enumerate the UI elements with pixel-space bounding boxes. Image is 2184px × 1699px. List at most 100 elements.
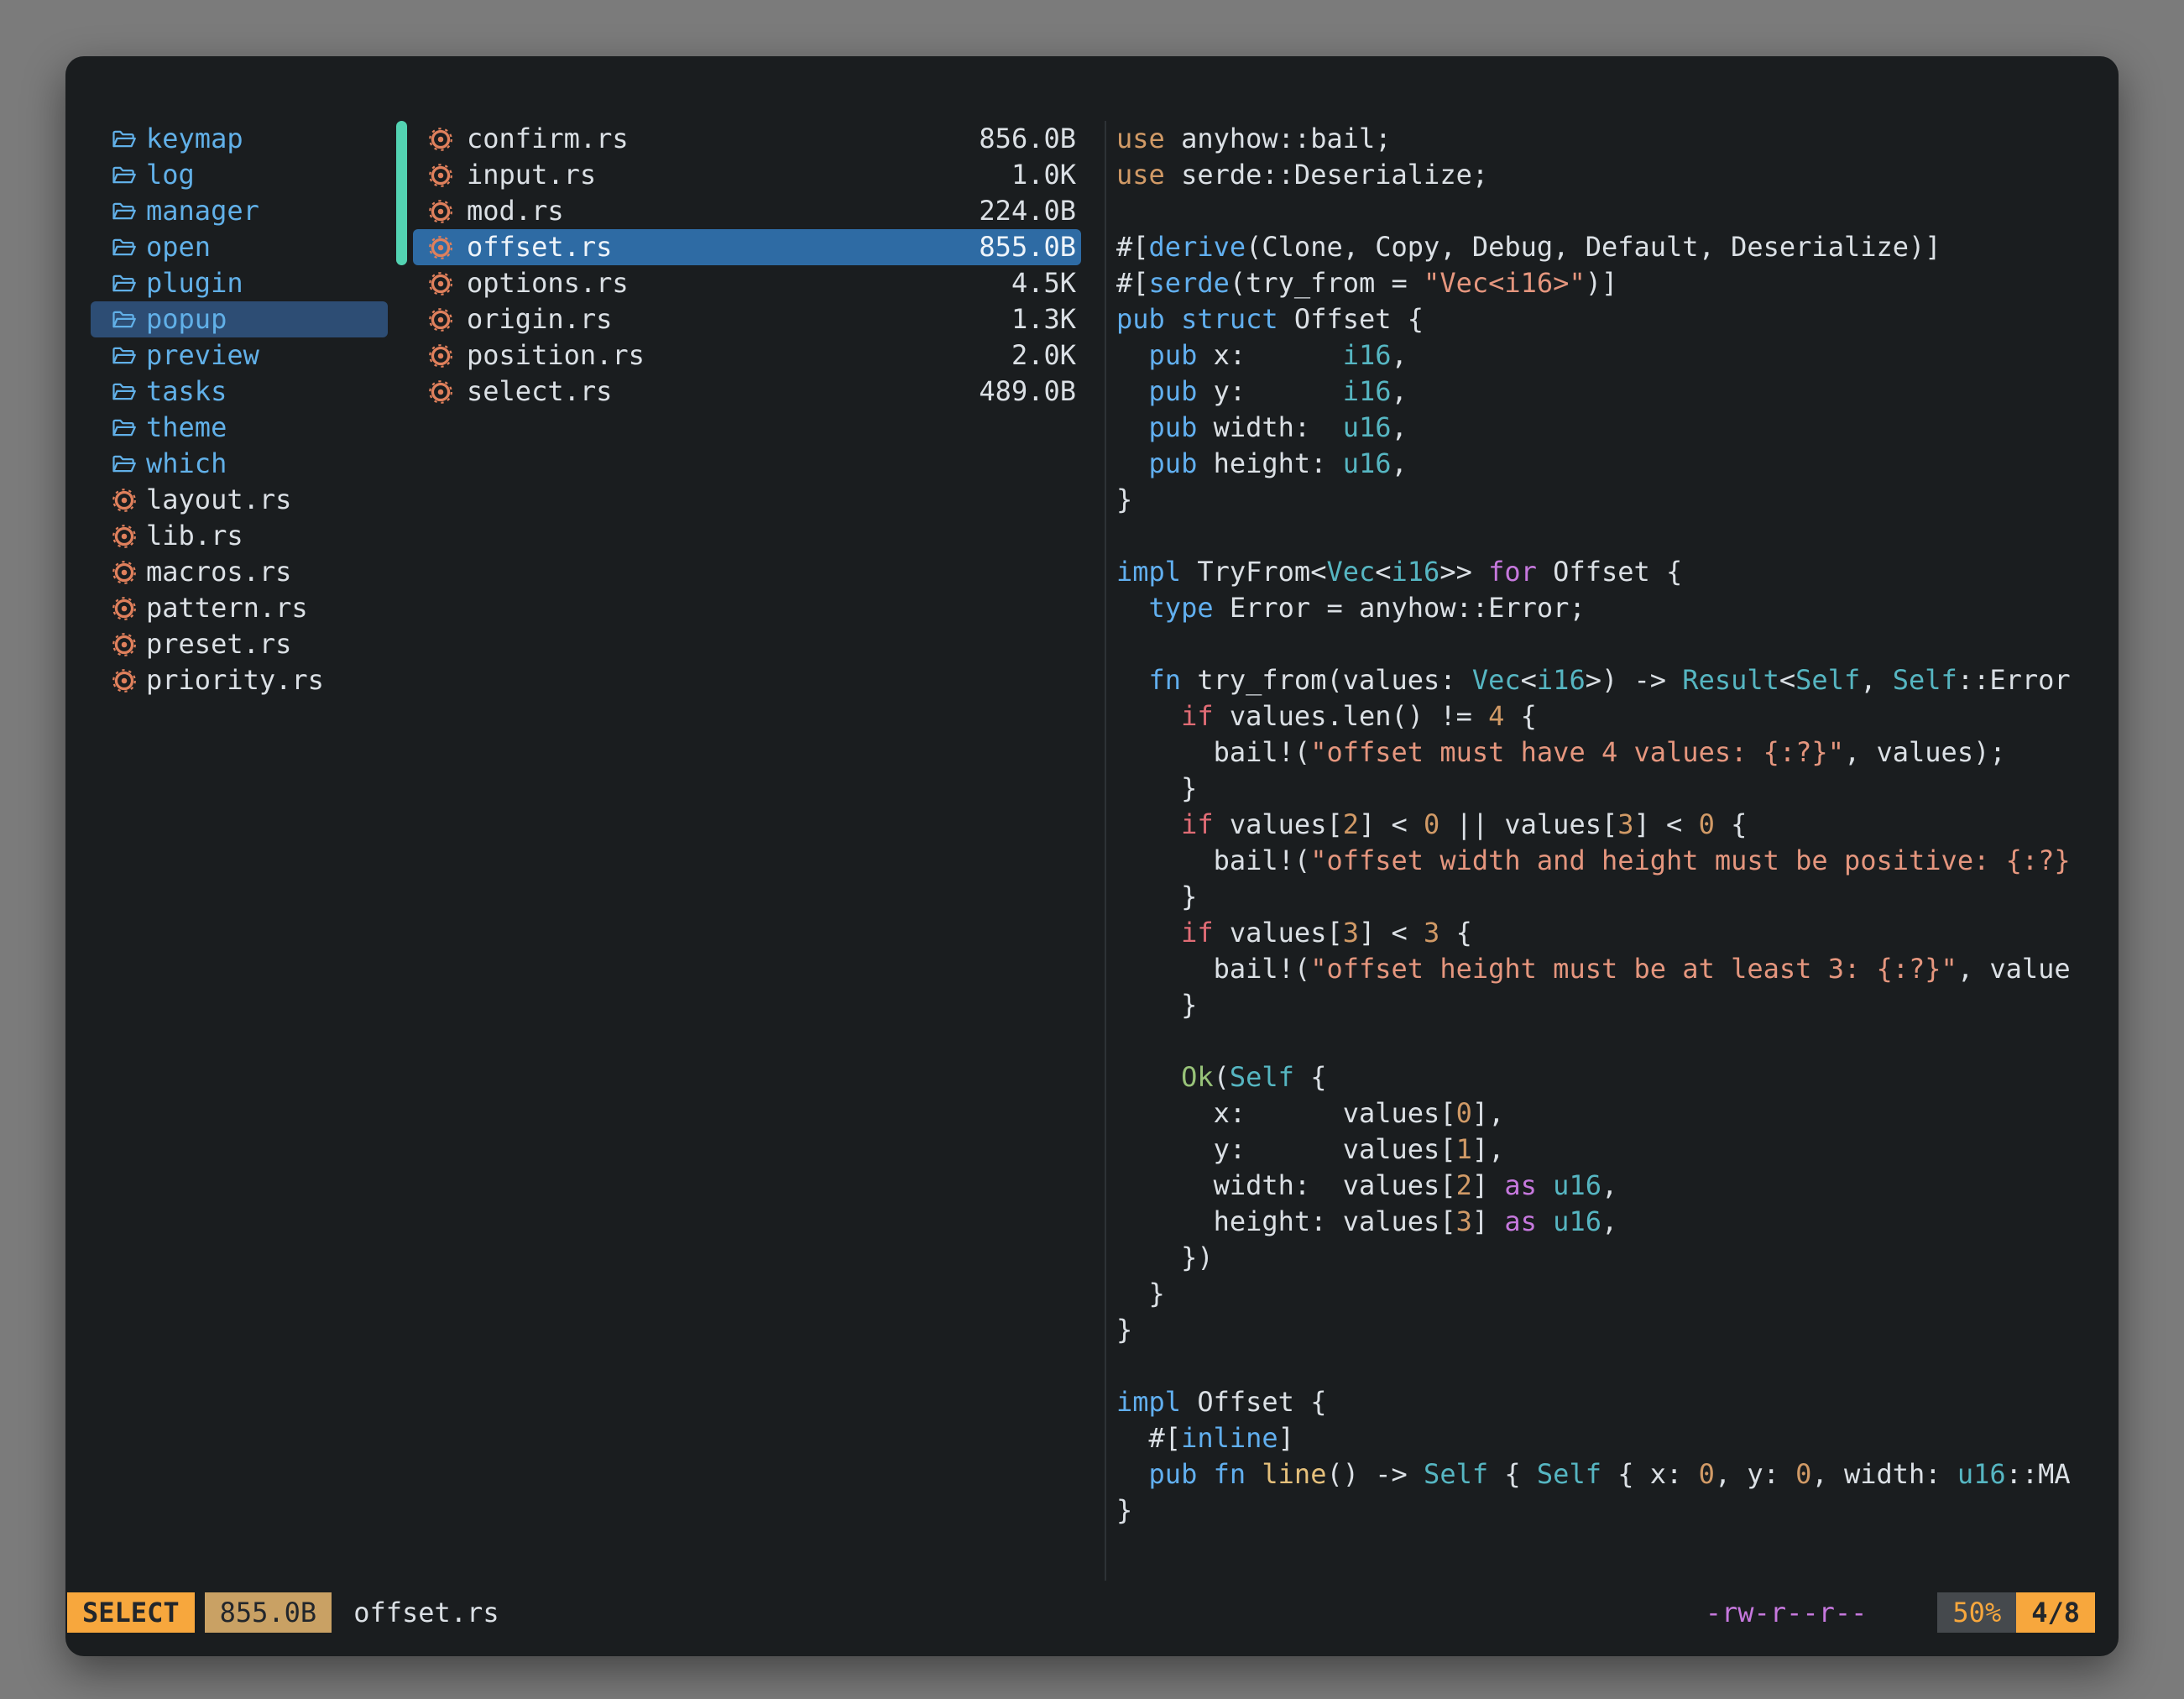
code-line [1116, 626, 2112, 662]
code-line: } [1116, 987, 2112, 1023]
file-name: layout.rs [146, 482, 291, 518]
sidebar-directory-item[interactable]: tasks [91, 374, 388, 410]
sidebar-file-item[interactable]: preset.rs [91, 626, 388, 662]
code-line: height: values[3] as u16, [1116, 1204, 2112, 1240]
file-list-item[interactable]: mod.rs 224.0B [413, 193, 1081, 229]
rust-file-icon [111, 631, 138, 658]
sidebar-directory-item[interactable]: log [91, 157, 388, 193]
folder-open-icon [111, 270, 138, 297]
file-list-item[interactable]: position.rs 2.0K [413, 337, 1081, 374]
rust-file-icon [427, 270, 454, 297]
sidebar-file-item[interactable]: lib.rs [91, 518, 388, 554]
sidebar-directory-item[interactable]: theme [91, 410, 388, 446]
status-filename: offset.rs [353, 1597, 499, 1628]
folder-open-icon [111, 342, 138, 369]
scroll-percent-badge: 50% [1937, 1592, 2016, 1633]
rust-file-icon [427, 198, 454, 225]
directory-name: log [146, 157, 195, 193]
directory-name: popup [146, 301, 227, 337]
parent-directory-pane: keymap log [91, 121, 388, 1564]
sidebar-file-item[interactable]: layout.rs [91, 482, 388, 518]
rust-file-icon [427, 126, 454, 153]
code-line: pub height: u16, [1116, 446, 2112, 482]
file-name: mod.rs [467, 193, 564, 229]
file-name: confirm.rs [467, 121, 629, 157]
pane-separator [1105, 121, 1106, 1581]
sidebar-directory-item[interactable]: keymap [91, 121, 388, 157]
file-size: 856.0B [979, 121, 1076, 157]
code-line: use anyhow::bail; [1116, 121, 2112, 157]
sidebar-directory-item[interactable]: which [91, 446, 388, 482]
selected-size-badge: 855.0B [205, 1592, 332, 1633]
rust-file-icon [427, 306, 454, 333]
directory-name: open [146, 229, 211, 265]
folder-open-icon [111, 379, 138, 405]
sidebar-file-list: layout.rs lib.rs [91, 482, 388, 698]
file-size: 224.0B [979, 193, 1076, 229]
file-list-item[interactable]: confirm.rs 856.0B [413, 121, 1081, 157]
code-line: bail!("offset width and height must be p… [1116, 843, 2112, 879]
code-line: use serde::Deserialize; [1116, 157, 2112, 193]
code-line: #[inline] [1116, 1420, 2112, 1456]
rust-file-icon [427, 342, 454, 369]
directory-name: keymap [146, 121, 243, 157]
code-line [1116, 193, 2112, 229]
rust-file-icon [111, 559, 138, 586]
directory-name: preview [146, 337, 259, 374]
directory-name: plugin [146, 265, 243, 301]
current-directory-pane: confirm.rs 856.0B input.rs 1.0K [413, 121, 1081, 1564]
directory-name: tasks [146, 374, 227, 410]
code-line: pub y: i16, [1116, 374, 2112, 410]
code-line: if values[3] < 3 { [1116, 915, 2112, 951]
status-bar: SELECT 855.0B offset.rs -rw-r--r-- 50% 4… [67, 1592, 2095, 1633]
file-preview-pane: use anyhow::bail;use serde::Deserialize;… [1116, 121, 2112, 1564]
sidebar-directory-item[interactable]: manager [91, 193, 388, 229]
file-list-item[interactable]: select.rs 489.0B [413, 374, 1081, 410]
directory-name: theme [146, 410, 227, 446]
rust-file-icon [111, 487, 138, 514]
code-line: }) [1116, 1240, 2112, 1276]
code-line: } [1116, 1493, 2112, 1529]
file-size: 4.5K [1011, 265, 1076, 301]
file-name: offset.rs [467, 229, 612, 265]
sidebar-directory-item[interactable]: plugin [91, 265, 388, 301]
file-name: options.rs [467, 265, 629, 301]
file-size: 2.0K [1011, 337, 1076, 374]
file-list-item[interactable]: input.rs 1.0K [413, 157, 1081, 193]
code-line: pub fn line() -> Self { Self { x: 0, y: … [1116, 1456, 2112, 1493]
file-name: select.rs [467, 374, 612, 410]
code-line: pub width: u16, [1116, 410, 2112, 446]
file-size: 1.3K [1011, 301, 1076, 337]
code-line: pub x: i16, [1116, 337, 2112, 374]
sidebar-file-item[interactable]: pattern.rs [91, 590, 388, 626]
code-line: } [1116, 1312, 2112, 1348]
file-list-item[interactable]: offset.rs 855.0B [413, 229, 1081, 265]
code-line: width: values[2] as u16, [1116, 1168, 2112, 1204]
sidebar-file-item[interactable]: macros.rs [91, 554, 388, 590]
file-list-item[interactable]: origin.rs 1.3K [413, 301, 1081, 337]
code-line: } [1116, 1276, 2112, 1312]
sidebar-directory-item[interactable]: preview [91, 337, 388, 374]
rust-file-icon [111, 595, 138, 622]
sidebar-file-item[interactable]: priority.rs [91, 662, 388, 698]
code-line: if values.len() != 4 { [1116, 698, 2112, 734]
code-line: pub struct Offset { [1116, 301, 2112, 337]
sidebar-directory-item[interactable]: open [91, 229, 388, 265]
desktop-background: keymap log [0, 0, 2184, 1699]
folder-open-icon [111, 126, 138, 153]
file-size: 489.0B [979, 374, 1076, 410]
code-line: impl Offset { [1116, 1384, 2112, 1420]
file-name: origin.rs [467, 301, 612, 337]
rust-file-icon [427, 379, 454, 405]
folder-open-icon [111, 234, 138, 261]
file-name: pattern.rs [146, 590, 308, 626]
sidebar-directory-item[interactable]: popup [91, 301, 388, 337]
file-name: position.rs [467, 337, 645, 374]
file-name: preset.rs [146, 626, 291, 662]
folder-open-icon [111, 198, 138, 225]
folder-open-icon [111, 306, 138, 333]
file-manager-window: keymap log [65, 56, 2119, 1656]
file-list-item[interactable]: options.rs 4.5K [413, 265, 1081, 301]
rust-file-icon [111, 667, 138, 694]
code-line: type Error = anyhow::Error; [1116, 590, 2112, 626]
